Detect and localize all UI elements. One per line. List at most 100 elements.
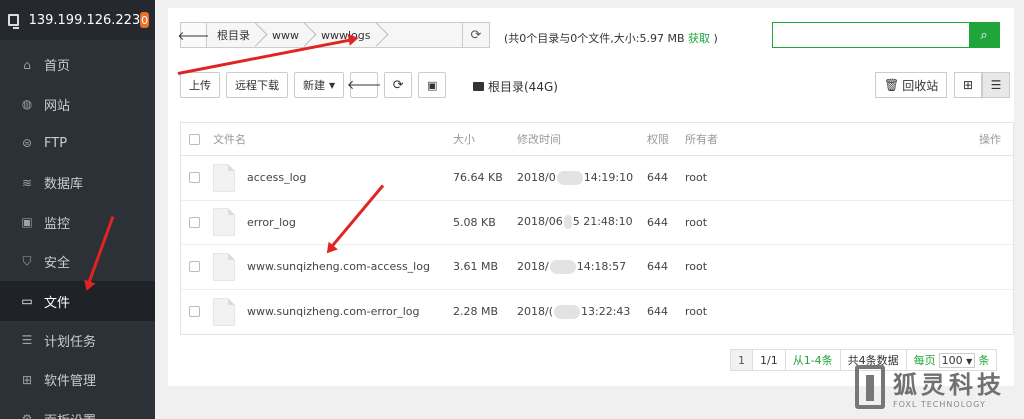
- sidebar-item-settings[interactable]: ⚙ 面板设置: [0, 400, 155, 419]
- file-mtime: 2018/14:18:57: [517, 259, 647, 274]
- file-owner: root: [685, 305, 708, 319]
- table-row[interactable]: www.sunqizheng.com-access_log 3.61 MB 20…: [181, 245, 1013, 290]
- page-current[interactable]: 1: [730, 349, 753, 371]
- terminal-button[interactable]: ▣: [418, 72, 447, 98]
- sidebar-item-label: 计划任务: [44, 334, 97, 350]
- file-size: 2.28 MB: [453, 305, 499, 319]
- monitor-icon: [8, 14, 19, 29]
- watermark: 狐灵科技 FOXL TECHNOLOGY: [855, 365, 1005, 409]
- file-perm[interactable]: 644: [647, 216, 685, 229]
- select-all-checkbox[interactable]: [189, 133, 200, 145]
- home-icon: ⌂: [23, 57, 31, 72]
- sidebar-item-cron[interactable]: ☰ 计划任务: [0, 321, 155, 360]
- mtime-part: 13:22:43: [581, 304, 631, 318]
- terminal-icon: ▣: [426, 78, 438, 92]
- globe-icon: ◍: [21, 97, 33, 112]
- sidebar-item-label: 网站: [44, 98, 71, 114]
- new-button-label: 新建: [303, 79, 325, 92]
- sidebar-item-label: 首页: [44, 59, 71, 75]
- header-size[interactable]: 大小: [453, 131, 517, 147]
- file-perm[interactable]: 644: [647, 260, 685, 273]
- disk-label: 根目录(44G): [488, 80, 558, 94]
- disk-info[interactable]: 根目录(44G): [473, 78, 558, 95]
- notification-badge[interactable]: 0: [140, 12, 149, 28]
- refresh-icon[interactable]: ⟳: [463, 23, 489, 47]
- redaction-blur: [563, 215, 572, 230]
- search-icon[interactable]: ⌕: [969, 23, 999, 47]
- breadcrumb-www[interactable]: www: [262, 23, 311, 47]
- sidebar-item-monitor[interactable]: ▣ 监控: [0, 203, 155, 242]
- sidebar-item-database[interactable]: ≋ 数据库: [0, 163, 155, 202]
- remote-download-button[interactable]: 远程下载: [226, 72, 288, 98]
- hard-disk-icon: [473, 82, 484, 91]
- back-button[interactable]: 🡐: [347, 72, 382, 98]
- header-ops: 操作: [979, 133, 1001, 146]
- header-mtime[interactable]: 修改时间: [517, 131, 647, 147]
- sidebar-item-files[interactable]: ▭ 文件: [0, 281, 155, 321]
- sidebar-item-ftp[interactable]: ⊜ FTP: [0, 124, 155, 163]
- get-size-link[interactable]: 获取: [688, 32, 710, 45]
- sidebar-item-label: 安全: [44, 256, 71, 272]
- sidebar-item-label: 监控: [44, 216, 71, 232]
- server-bar[interactable]: 139.199.126.223 0: [0, 0, 155, 40]
- sidebar-item-software[interactable]: ⊞ 软件管理: [0, 360, 155, 399]
- back-arrow-icon: 🡐: [346, 78, 382, 93]
- mtime-part: 2018/06: [517, 215, 563, 229]
- new-dropdown-button[interactable]: 新建 ▼: [294, 72, 345, 98]
- header-name[interactable]: 文件名: [213, 131, 453, 147]
- mtime-part: 14:18:57: [576, 259, 627, 273]
- sidebar-item-label: 文件: [44, 295, 71, 311]
- mtime-part: 14:19:10: [583, 170, 634, 184]
- table-row[interactable]: www.sunqizheng.com-error_log 2.28 MB 201…: [181, 290, 1013, 335]
- folder-icon: ▭: [21, 294, 33, 309]
- sidebar-item-home[interactable]: ⌂ 首页: [0, 45, 155, 84]
- back-arrow-icon[interactable]: 🡐: [177, 23, 210, 47]
- page-range: 从1-4条: [784, 349, 841, 371]
- file-toolbar: 上传 远程下载 新建 ▼ 🡐 ⟳ ▣: [180, 72, 447, 98]
- directory-info-close: ): [713, 32, 718, 45]
- file-owner: root: [685, 215, 708, 229]
- caret-down-icon: ▼: [329, 80, 336, 90]
- row-checkbox[interactable]: [189, 216, 200, 228]
- refresh-button[interactable]: ⟳: [384, 72, 413, 98]
- file-owner: root: [685, 260, 708, 274]
- file-name[interactable]: access_log: [247, 171, 306, 184]
- directory-info-text: (共0个目录与0个文件,大小:5.97 MB: [504, 32, 685, 45]
- breadcrumb-root[interactable]: 根目录: [207, 23, 262, 47]
- sidebar: 139.199.126.223 0 ⌂ 首页 ◍ 网站 ⊜ FTP ≋ 数据库 …: [0, 0, 155, 419]
- upload-button[interactable]: 上传: [180, 72, 220, 98]
- row-checkbox[interactable]: [189, 306, 200, 318]
- file-panel: 上传 远程下载 新建 ▼ 🡐 ⟳ ▣ 根目录(44G) 🗑 回收站 ⊞ ☰ 文件…: [168, 60, 1014, 386]
- file-name[interactable]: www.sunqizheng.com-error_log: [247, 305, 420, 318]
- ftp-icon: ⊜: [21, 136, 33, 151]
- table-header: 文件名 大小 修改时间 权限 所有者 操作: [181, 123, 1013, 156]
- sidebar-item-website[interactable]: ◍ 网站: [0, 84, 155, 123]
- row-checkbox[interactable]: [189, 261, 200, 273]
- mtime-part: 2018/0: [517, 170, 556, 184]
- search-box: ⌕: [772, 22, 1000, 48]
- file-mtime: 2018/0 14:19:10: [517, 170, 647, 185]
- sidebar-item-security[interactable]: ⛉ 安全: [0, 242, 155, 281]
- mtime-part: 2018/: [517, 259, 549, 273]
- table-row[interactable]: access_log 76.64 KB 2018/0 14:19:10 644 r…: [181, 156, 1013, 201]
- file-perm[interactable]: 644: [647, 171, 685, 184]
- file-name[interactable]: www.sunqizheng.com-access_log: [247, 260, 430, 273]
- file-icon: [213, 163, 235, 192]
- file-name[interactable]: error_log: [247, 216, 296, 229]
- search-input[interactable]: [773, 23, 969, 47]
- database-icon: ≋: [21, 175, 33, 190]
- sidebar-item-label: 数据库: [44, 177, 84, 193]
- recycle-bin-label: 回收站: [902, 78, 939, 93]
- list-view-icon[interactable]: ☰: [982, 72, 1010, 98]
- file-mtime: 2018/06 5 21:48:10: [517, 215, 647, 230]
- file-perm[interactable]: 644: [647, 305, 685, 318]
- grid-view-icon[interactable]: ⊞: [954, 72, 982, 98]
- table-row[interactable]: error_log 5.08 KB 2018/06 5 21:48:10 644 …: [181, 201, 1013, 245]
- row-checkbox[interactable]: [189, 172, 200, 184]
- file-owner: root: [685, 171, 708, 185]
- header-owner: 所有者: [685, 133, 718, 146]
- directory-info: (共0个目录与0个文件,大小:5.97 MB 获取 ): [504, 30, 718, 46]
- recycle-bin-button[interactable]: 🗑 回收站: [875, 72, 948, 98]
- brand-logo-icon: [855, 365, 885, 409]
- breadcrumb-path-field[interactable]: [383, 23, 463, 47]
